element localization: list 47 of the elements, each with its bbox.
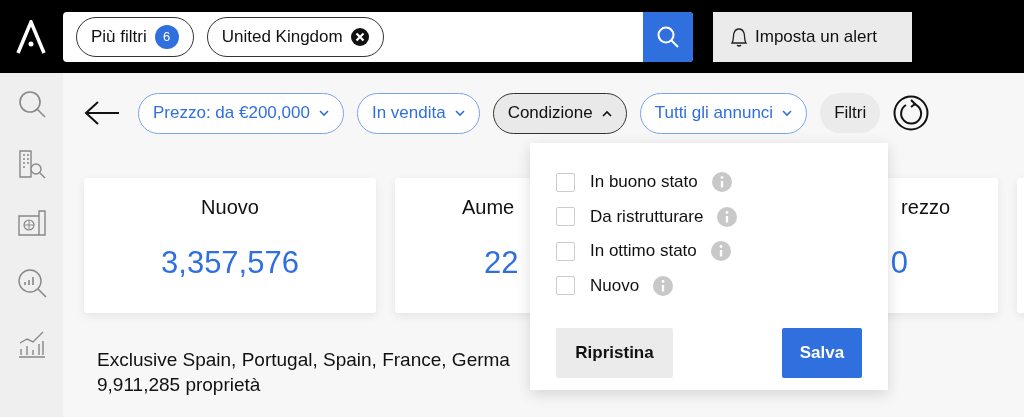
- option-label[interactable]: Nuovo: [590, 275, 640, 296]
- card-value: 0: [890, 245, 908, 281]
- filter-chip[interactable]: United Kingdom: [206, 16, 384, 57]
- checkbox[interactable]: [556, 172, 575, 192]
- count-badge: 6: [154, 24, 179, 49]
- card-title: Nuovo: [201, 196, 259, 219]
- caret-icon: [782, 109, 793, 117]
- caret-icon: [318, 109, 329, 117]
- reset-button[interactable]: Ripristina: [556, 328, 673, 378]
- checkbox[interactable]: [556, 207, 575, 227]
- refresh-icon[interactable]: [893, 95, 930, 131]
- back-arrow-icon[interactable]: [84, 100, 120, 126]
- caret-icon: [454, 109, 465, 117]
- building-search-icon[interactable]: [16, 147, 47, 179]
- filter-chip[interactable]: Più filtri 6: [76, 16, 194, 57]
- card-value: 3,357,576: [161, 245, 299, 281]
- info-icon[interactable]: [710, 241, 731, 262]
- checkbox[interactable]: [556, 241, 575, 261]
- info-icon[interactable]: [711, 172, 732, 193]
- map-globe-icon[interactable]: [16, 207, 47, 239]
- info-icon[interactable]: [653, 275, 674, 296]
- regions-text: Exclusive Spain, Portugal, Spain, France, Germa: [97, 348, 510, 372]
- alert-button[interactable]: Imposta un alert: [713, 11, 912, 62]
- bell-icon: [729, 25, 749, 48]
- search-button[interactable]: [643, 11, 693, 62]
- card-title: rezzo: [901, 196, 950, 219]
- card-title: Aume: [462, 196, 515, 219]
- search-icon[interactable]: [16, 89, 47, 119]
- card-value: 22: [483, 245, 519, 281]
- option-label[interactable]: Da ristrutturare: [590, 206, 704, 227]
- logo-icon[interactable]: [15, 19, 47, 54]
- filter-dropdown[interactable]: Condizione: [492, 92, 627, 134]
- save-button[interactable]: Salva: [782, 328, 862, 378]
- filter-dropdown[interactable]: Prezzo: da €200,000: [138, 92, 344, 134]
- info-icon[interactable]: [717, 206, 738, 227]
- filters-button[interactable]: Filtri: [820, 93, 881, 133]
- remove-icon[interactable]: [350, 27, 369, 46]
- chart-search-icon[interactable]: [15, 267, 48, 299]
- option-label[interactable]: In ottimo stato: [590, 241, 697, 262]
- filter-dropdown[interactable]: In vendita: [356, 92, 480, 134]
- filter-dropdown[interactable]: Tutti gli annunci: [639, 92, 808, 134]
- option-label[interactable]: In buono stato: [590, 172, 698, 193]
- property-count: 9,911,285 proprietà: [97, 373, 261, 397]
- search-icon: [656, 24, 680, 49]
- caret-icon: [601, 109, 612, 117]
- checkbox[interactable]: [556, 276, 575, 296]
- search-field[interactable]: Più filtri 6 United Kingdom: [63, 11, 693, 62]
